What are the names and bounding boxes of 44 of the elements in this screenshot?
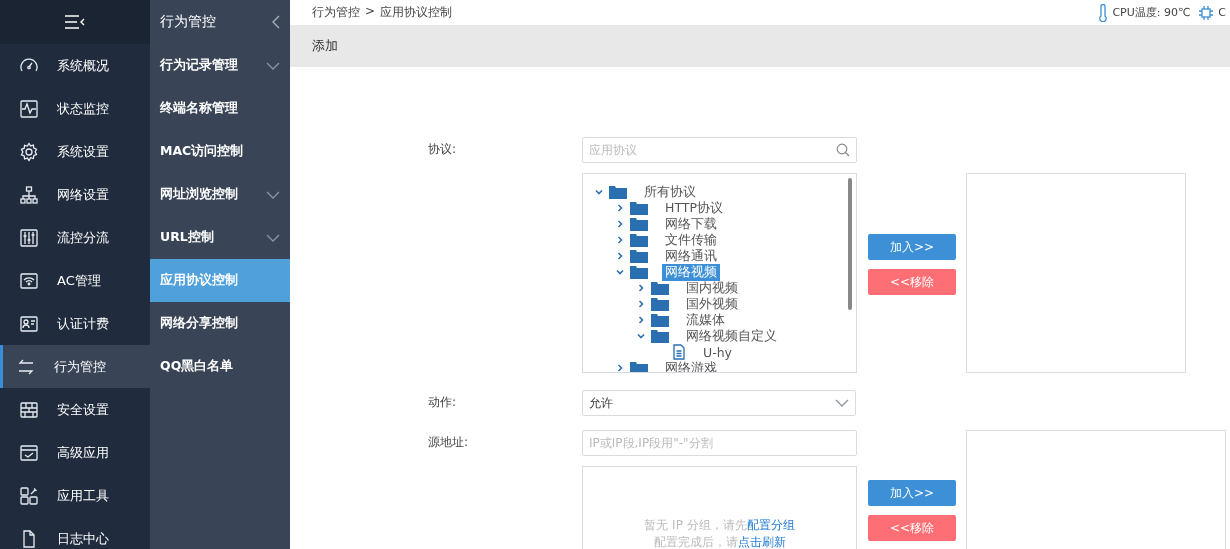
status-text: C <box>1218 6 1226 19</box>
tree-item[interactable]: 国内视频 <box>683 279 741 297</box>
nav-item[interactable]: 日志中心 <box>0 517 150 549</box>
submenu-item[interactable]: QQ黑白名单 <box>150 345 290 388</box>
field-label: 动作: <box>428 394 458 411</box>
nav-item[interactable]: 流控分流 <box>0 216 150 259</box>
field-label: 源地址: <box>428 434 470 451</box>
field-label: 协议: <box>428 141 458 158</box>
tree-item[interactable]: 文件传输 <box>662 231 720 249</box>
tree-item[interactable]: U-hy <box>700 344 735 360</box>
submenu-item[interactable]: 网址浏览控制 <box>150 173 290 216</box>
config-group-link[interactable]: 配置分组 <box>746 518 795 532</box>
refresh-link[interactable]: 点击刷新 <box>737 535 786 549</box>
nav-item[interactable]: 安全设置 <box>0 388 150 431</box>
submenu-item[interactable]: 终端名称管理 <box>150 87 290 130</box>
nav-item[interactable]: AC管理 <box>0 259 150 302</box>
nav-item[interactable]: 系统设置 <box>0 130 150 173</box>
submenu-item[interactable]: 网络分享控制 <box>150 302 290 345</box>
nav-item[interactable]: 状态监控 <box>0 87 150 130</box>
nav-item[interactable]: 网络设置 <box>0 173 150 216</box>
page-tab[interactable]: 添加 <box>312 37 338 55</box>
tree-item[interactable]: 网络下载 <box>662 215 720 233</box>
action-select[interactable]: 允许 <box>582 390 856 416</box>
tree-item[interactable]: 网络通讯 <box>662 247 720 265</box>
tree-item[interactable]: 所有协议 <box>641 183 699 201</box>
nav-item[interactable]: 系统概况 <box>0 44 150 87</box>
breadcrumb-item: 应用协议控制 <box>380 4 453 21</box>
nav-item[interactable]: 行为管控 <box>0 345 150 388</box>
submenu-item[interactable]: MAC访问控制 <box>150 130 290 173</box>
refresh-hint: 配置完成后，请点击刷新 <box>653 534 786 549</box>
submenu-item[interactable]: 行为记录管理 <box>150 44 290 87</box>
tree-item[interactable]: HTTP协议 <box>662 199 726 217</box>
nav-item[interactable]: 认证计费 <box>0 302 150 345</box>
tree-item[interactable]: 国外视频 <box>683 295 741 313</box>
breadcrumb-separator: > <box>365 4 376 20</box>
submenu-item[interactable]: URL控制 <box>150 216 290 259</box>
status-text: CPU温度: 90℃ <box>1112 5 1191 20</box>
nav-item[interactable]: 高级应用 <box>0 431 150 474</box>
submenu-title: 行为管控 <box>160 13 216 31</box>
breadcrumb-item[interactable]: 行为管控 <box>312 4 360 21</box>
empty-message: 暂无 IP 分组，请先配置分组 <box>644 517 795 534</box>
nav-item[interactable]: 应用工具 <box>0 474 150 517</box>
tree-item[interactable]: 网络视频自定义 <box>683 327 780 345</box>
tree-item[interactable]: 流媒体 <box>683 311 728 329</box>
